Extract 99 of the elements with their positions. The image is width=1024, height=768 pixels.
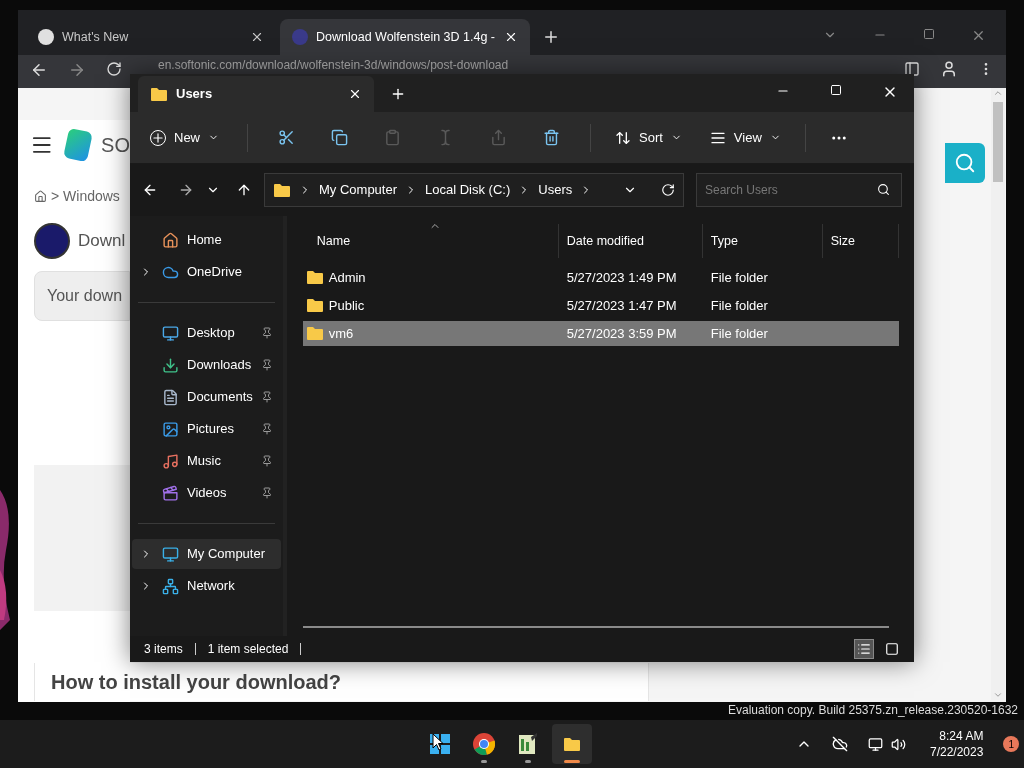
home-icon[interactable]: [34, 190, 47, 203]
cut-icon[interactable]: [278, 129, 295, 146]
notification-badge[interactable]: 1: [1003, 736, 1020, 752]
sidebar-item[interactable]: My Computer: [132, 539, 281, 569]
watermark-text: Evaluation copy. Build 25375.zn_release.230520-1632: [728, 702, 1018, 719]
notepad-icon: [518, 733, 538, 755]
computer-icon: [162, 545, 179, 563]
scroll-thumb[interactable]: [993, 102, 1003, 182]
list-icon: [857, 642, 871, 656]
column-header[interactable]: Size: [822, 224, 899, 258]
folder-icon: [305, 326, 324, 341]
folder-icon: [150, 86, 168, 102]
column-header[interactable]: Type: [702, 224, 823, 258]
date-cell-text: 5/27/2023 1:49 PM: [565, 268, 678, 287]
sidebar-item[interactable]: Downloads: [132, 350, 281, 380]
file-row[interactable]: Admin 5/27/2023 1:49 PM File folder: [302, 265, 899, 290]
path-segment[interactable]: My Computer: [319, 180, 398, 200]
video-icon: [162, 484, 179, 502]
file-row[interactable]: Public 5/27/2023 1:47 PM File folder: [302, 293, 899, 318]
sidebar-item[interactable]: OneDrive: [132, 257, 281, 287]
clock[interactable]: 8:24 AM 7/22/2023: [930, 728, 984, 760]
delete-icon[interactable]: [543, 129, 560, 146]
column-header[interactable]: Date modified: [558, 224, 703, 258]
new-tab-icon[interactable]: [390, 86, 406, 102]
volume-icon[interactable]: [891, 736, 906, 752]
sidebar-item[interactable]: Network: [132, 571, 281, 601]
sidebar-item[interactable]: Pictures: [132, 414, 281, 444]
sort-icon: [615, 129, 631, 146]
new-button[interactable]: New: [150, 121, 231, 154]
type-cell-text: File folder: [709, 296, 769, 315]
up-icon[interactable]: [236, 182, 252, 198]
address-bar[interactable]: en.softonic.com/download/wolfenstein-3d/windows/post-download: [158, 59, 509, 71]
refresh-icon[interactable]: [661, 183, 675, 197]
path-segment[interactable]: Users: [538, 180, 573, 200]
forward-icon[interactable]: [178, 182, 194, 198]
folder-icon: [305, 298, 324, 313]
search-field[interactable]: Search Users: [696, 173, 902, 207]
square-icon: [885, 642, 899, 656]
copy-icon[interactable]: [331, 129, 348, 146]
explorer-tab[interactable]: Users: [138, 76, 374, 112]
close-icon[interactable]: [348, 87, 362, 101]
music-icon: [162, 452, 179, 470]
document-icon: [162, 388, 179, 406]
sidebar-item[interactable]: Videos: [132, 478, 281, 508]
search-icon: [954, 152, 976, 174]
page-heading: Downl: [78, 230, 126, 253]
desktop-icon: [162, 324, 179, 342]
close-icon[interactable]: [504, 30, 518, 44]
file-name: Admin: [328, 268, 366, 287]
view-button[interactable]: View: [697, 121, 793, 154]
sidebar-item[interactable]: Music: [132, 446, 281, 476]
search-button[interactable]: [945, 143, 985, 183]
status-text: 1 item selected: [207, 641, 289, 658]
scrollbar[interactable]: [991, 88, 1005, 700]
breadcrumb[interactable]: > Windows: [51, 186, 120, 207]
logo-text: SO: [101, 133, 130, 158]
section-card: How to install your download?: [34, 663, 649, 701]
download-icon: [162, 356, 179, 374]
taskbar-app[interactable]: [552, 724, 592, 764]
folder-icon: [563, 736, 581, 752]
date-cell-text: 5/27/2023 1:47 PM: [565, 296, 678, 315]
browser-tab[interactable]: Download Wolfenstein 3D 1.4g -: [280, 19, 530, 55]
file-row[interactable]: vm6 5/27/2023 3:59 PM File folder: [302, 321, 899, 346]
file-name: vm6: [328, 324, 354, 343]
reload-icon[interactable]: [106, 61, 122, 77]
folder-icon: [273, 182, 291, 198]
tab-favicon-icon: [292, 29, 308, 45]
folder-icon: [305, 270, 324, 285]
status-text: 3 items: [144, 641, 183, 658]
tab-favicon-icon: [38, 29, 54, 45]
browser-tab[interactable]: What's New: [26, 19, 276, 55]
forward-icon[interactable]: [68, 61, 86, 79]
date-cell-text: 5/27/2023 3:59 PM: [565, 324, 678, 343]
type-cell-text: File folder: [709, 268, 769, 287]
path-segment[interactable]: Local Disk (C:): [425, 180, 511, 200]
browser-icon: [473, 733, 495, 755]
sidebar-item[interactable]: Home: [132, 225, 281, 255]
profile-icon[interactable]: [940, 60, 958, 78]
cloud-icon[interactable]: [832, 736, 848, 752]
logo-icon: [62, 127, 92, 163]
column-header[interactable]: Name: [302, 224, 559, 258]
details-view-button[interactable]: [854, 639, 874, 659]
search-icon: [877, 183, 890, 196]
address-bar[interactable]: My Computer Local Disk (C:) Users: [264, 173, 684, 207]
picture-icon: [162, 420, 179, 438]
sidebar-item[interactable]: Documents: [132, 382, 281, 412]
new-tab-icon[interactable]: [542, 28, 560, 46]
close-icon[interactable]: [250, 30, 264, 44]
notice-card: Your down: [34, 271, 130, 321]
cursor-icon: [432, 733, 444, 751]
side-panel-icon[interactable]: [904, 61, 920, 77]
sidebar-item[interactable]: Desktop: [132, 318, 281, 348]
file-name: Public: [328, 296, 365, 315]
avatar: [34, 223, 70, 259]
sort-button[interactable]: Sort: [607, 121, 690, 154]
back-icon[interactable]: [142, 182, 158, 198]
back-icon[interactable]: [30, 61, 48, 79]
home-icon: [162, 231, 179, 249]
type-cell-text: File folder: [709, 324, 769, 343]
